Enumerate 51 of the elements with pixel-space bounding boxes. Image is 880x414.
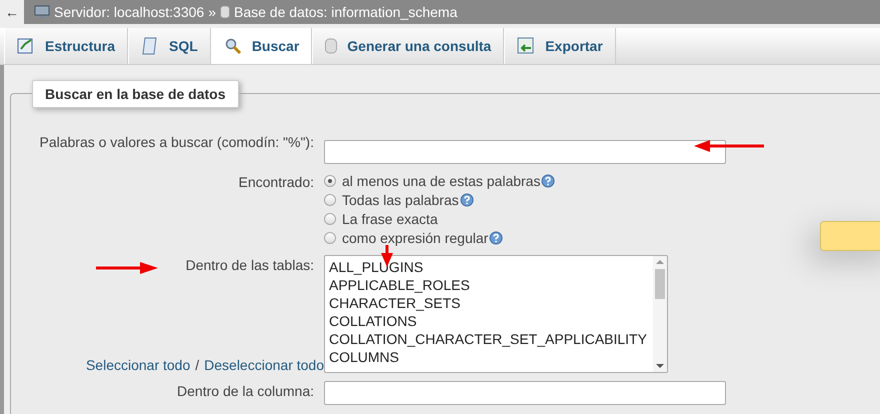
option-label[interactable]: Todas las palabras (342, 192, 459, 208)
tables-label: Dentro de las tablas: (186, 256, 314, 273)
option-label[interactable]: al menos una de estas palabras (342, 173, 540, 189)
list-item[interactable]: COLUMNS (329, 348, 649, 366)
help-icon[interactable] (460, 193, 474, 207)
list-item[interactable]: ALL_PLUGINS (329, 258, 649, 276)
database-link[interactable]: Base de datos: information_schema (234, 4, 458, 20)
radio-button[interactable] (324, 175, 336, 187)
notification-box (820, 221, 880, 251)
column-field[interactable] (324, 381, 726, 405)
option-label[interactable]: como expresión regular (342, 230, 488, 246)
database-icon (325, 37, 338, 55)
monitor-icon (34, 5, 50, 19)
database-icon (220, 5, 230, 19)
select-all-link[interactable]: Seleccionar todo (86, 357, 190, 373)
server-link[interactable]: Servidor: localhost:3306 (54, 4, 204, 20)
option-label[interactable]: La frase exacta (342, 211, 438, 227)
tab[interactable]: Buscar (210, 28, 312, 64)
document-icon (141, 37, 160, 55)
tab[interactable]: Exportar (504, 28, 616, 64)
list-item[interactable]: CHARACTER_SETS (329, 294, 649, 312)
radio-button[interactable] (324, 232, 336, 244)
tab[interactable]: Generar una consulta (312, 28, 504, 64)
tab[interactable]: SQL (128, 28, 211, 64)
radio-button[interactable] (324, 194, 336, 206)
tables-listbox[interactable]: ALL_PLUGINS APPLICABLE_ROLES CHARACTER_SETS COLLATIONS COLLATION_CHARACTER_SET_APPLICABILITY COLUMNS (324, 255, 668, 373)
search-icon (224, 37, 242, 55)
scrollbar[interactable] (653, 256, 667, 372)
found-label: Encontrado: (238, 173, 314, 192)
search-field[interactable] (324, 140, 726, 164)
list-item[interactable]: APPLICABLE_ROLES (329, 276, 649, 294)
radio-button[interactable] (324, 213, 336, 225)
export-icon (517, 37, 536, 55)
column-label: Dentro de la columna: (176, 382, 314, 401)
scroll-up-icon[interactable] (656, 259, 664, 265)
table-edit-icon (17, 37, 35, 55)
link-separator: / (195, 357, 200, 373)
help-icon[interactable] (489, 231, 504, 245)
back-button[interactable]: ← (0, 0, 24, 24)
annotation-arrow (694, 139, 766, 153)
tab[interactable]: Estructura (4, 28, 128, 64)
list-item[interactable]: COLLATION_CHARACTER_SET_APPLICABILITY (329, 330, 649, 348)
breadcrumb-separator: » (208, 4, 216, 20)
scrollbar-thumb[interactable] (655, 269, 665, 299)
search-label: Palabras o valores a buscar (comodín: "%"): (38, 133, 314, 152)
deselect-all-link[interactable]: Deseleccionar todo (204, 357, 324, 373)
list-item[interactable]: COLLATIONS (329, 312, 649, 330)
scroll-down-icon[interactable] (656, 363, 664, 369)
form-legend: Buscar en la base de datos (32, 80, 239, 108)
annotation-arrow (96, 261, 158, 275)
help-icon[interactable] (541, 174, 556, 188)
